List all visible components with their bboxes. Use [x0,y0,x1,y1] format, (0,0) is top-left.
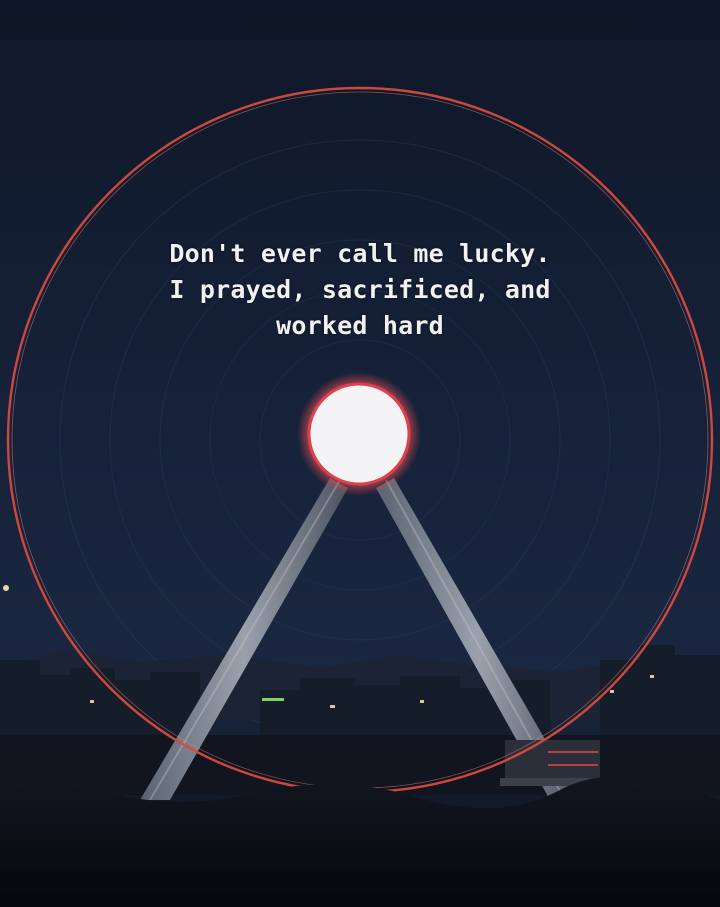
quote-line-3: worked hard [276,311,444,340]
ferris-wheel-photo [0,0,720,907]
wheel-hub-light [307,382,411,486]
quote-line-2: I prayed, sacrificed, and [169,275,551,304]
photo-scene: Don't ever call me lucky. I prayed, sacr… [0,0,720,907]
quote-line-1: Don't ever call me lucky. [169,239,551,268]
quote-text: Don't ever call me lucky. I prayed, sacr… [60,236,660,344]
foreground-treeline [0,776,720,907]
